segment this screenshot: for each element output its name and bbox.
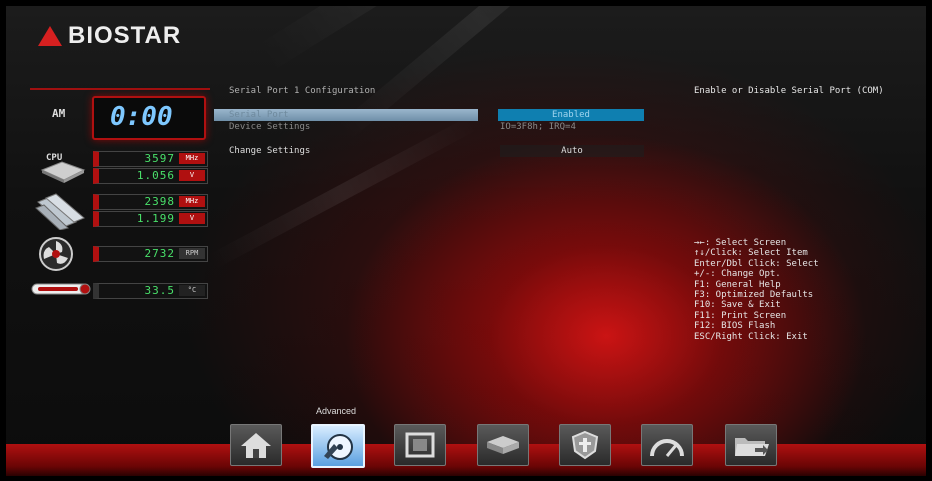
fan-icon <box>36 236 76 276</box>
security-shield-icon <box>560 425 610 465</box>
advanced-disc-icon <box>313 426 363 466</box>
option-label: Change Settings <box>229 146 311 156</box>
home-icon <box>231 425 281 465</box>
memory-voltage-value: 1.199 <box>136 212 175 225</box>
active-tab-label: Advanced <box>316 406 357 416</box>
bottom-bar <box>6 444 926 476</box>
performance-gauge-icon <box>642 425 692 465</box>
memory-voltage-readout: 1.199 V <box>93 211 208 227</box>
key-hint: F3: Optimized Defaults <box>694 290 814 301</box>
key-hint: Enter/Dbl Click: Select <box>694 258 819 269</box>
logo-triangle-icon <box>38 26 62 46</box>
clock-time: 0:00 <box>110 102 173 132</box>
page-title: Serial Port 1 Configuration <box>229 86 376 96</box>
option-serial-port[interactable]: Serial Port <box>214 109 478 121</box>
cpu-frequency-value: 3597 <box>144 152 175 165</box>
cpu-frequency-unit: MHz <box>179 153 205 164</box>
key-hint: ESC/Right Click: Exit <box>694 331 808 342</box>
tab-save-exit[interactable] <box>725 424 777 466</box>
clock-period: AM <box>52 107 66 120</box>
option-label: Device Settings <box>229 122 311 132</box>
memory-voltage-unit: V <box>179 213 205 224</box>
boot-drive-icon <box>478 425 528 465</box>
temperature-unit: °C <box>179 285 205 296</box>
temperature-readout: 33.5 °C <box>93 283 208 299</box>
cpu-voltage-unit: V <box>179 170 205 181</box>
key-hint: F10: Save & Exit <box>694 300 781 311</box>
memory-icon <box>34 192 88 234</box>
memory-frequency-unit: MHz <box>179 196 205 207</box>
memory-frequency-readout: 2398 MHz <box>93 194 208 210</box>
option-device-settings: Device Settings <box>214 121 478 133</box>
cpu-frequency-readout: 3597 MHz <box>93 151 208 167</box>
option-change-settings[interactable]: Change Settings <box>214 145 478 157</box>
tab-advanced[interactable] <box>311 424 365 468</box>
help-description: Enable or Disable Serial Port (COM) <box>694 86 884 96</box>
key-hint: +/-: Change Opt. <box>694 269 781 280</box>
device-settings-value: IO=3F8h; IRQ=4 <box>500 122 576 132</box>
cpu-label: CPU <box>46 153 63 163</box>
brand-name: BIOSTAR <box>68 22 182 49</box>
fan-speed-unit: RPM <box>179 248 205 259</box>
key-hint: F1: General Help <box>694 279 781 290</box>
divider <box>30 88 210 90</box>
cpu-voltage-value: 1.056 <box>136 169 175 182</box>
key-hint: ↑↓/Click: Select Item <box>694 248 808 259</box>
change-settings-value[interactable]: Auto <box>500 145 644 157</box>
memory-frequency-value: 2398 <box>144 195 175 208</box>
tab-chipset[interactable] <box>394 424 446 466</box>
fan-speed-value: 2732 <box>144 247 175 260</box>
tab-main[interactable] <box>230 424 282 466</box>
background-streak <box>206 115 479 271</box>
tab-boot[interactable] <box>477 424 529 466</box>
tab-performance[interactable] <box>641 424 693 466</box>
biostar-logo: BIOSTAR <box>38 22 181 50</box>
option-label: Serial Port <box>229 110 289 120</box>
fan-speed-readout: 2732 RPM <box>93 246 208 262</box>
tab-security[interactable] <box>559 424 611 466</box>
serial-port-value[interactable]: Enabled <box>498 109 644 121</box>
cpu-voltage-readout: 1.056 V <box>93 168 208 184</box>
save-exit-folder-icon <box>726 425 776 465</box>
key-legend: →←: Select Screen ↑↓/Click: Select Item … <box>694 238 819 342</box>
key-hint: →←: Select Screen <box>694 238 787 248</box>
thermometer-icon <box>30 281 94 301</box>
key-hint: F11: Print Screen <box>694 310 787 321</box>
chipset-icon <box>395 425 445 465</box>
temperature-value: 33.5 <box>144 284 175 297</box>
key-hint: F12: BIOS Flash <box>694 321 776 332</box>
